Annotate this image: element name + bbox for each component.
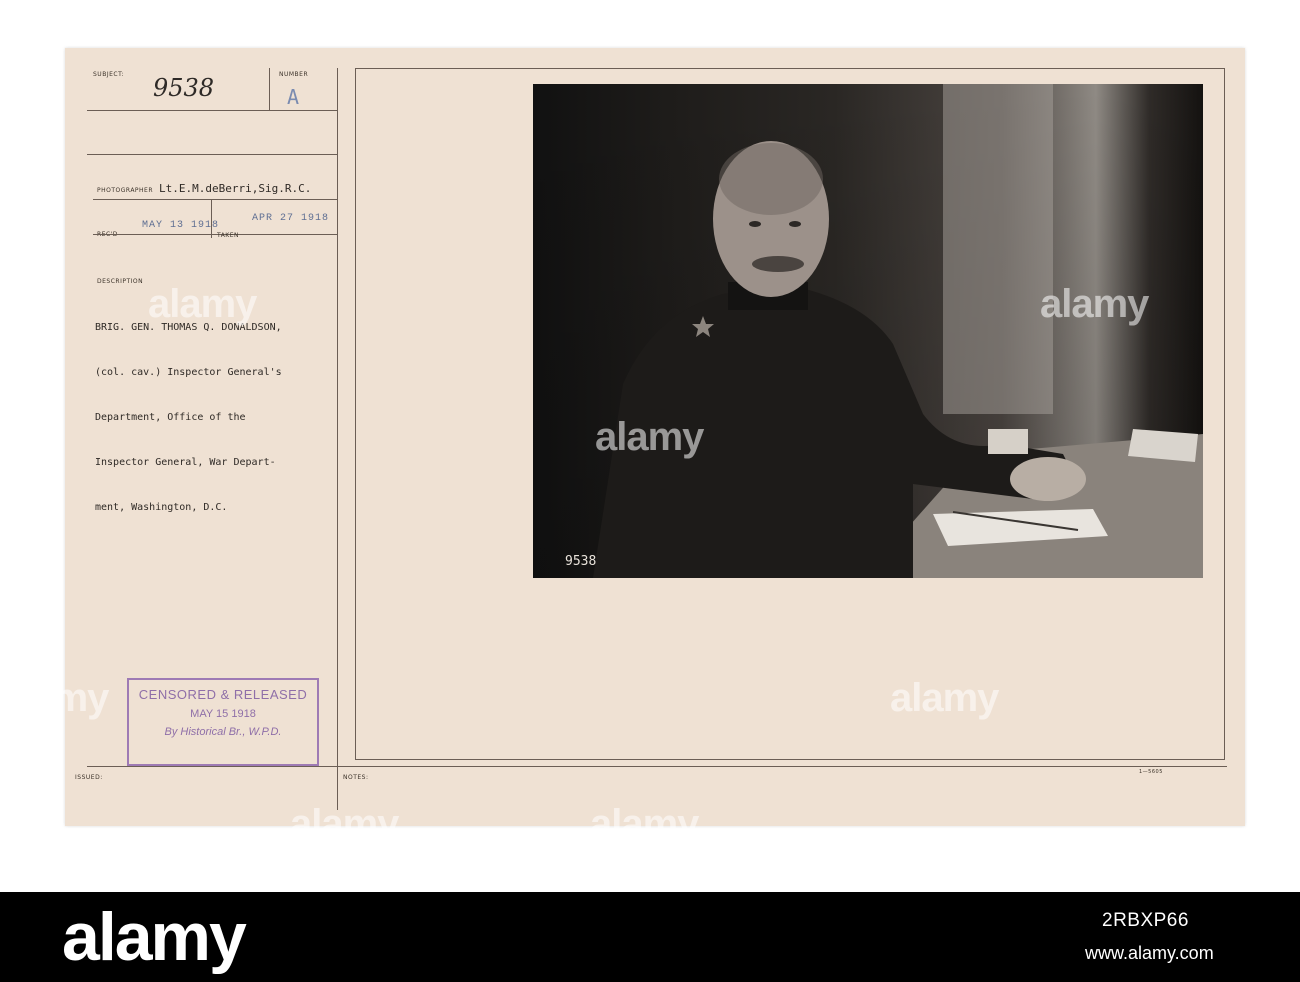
- censor-line-2: MAY 15 1918: [190, 708, 256, 720]
- watermark: alamy: [290, 802, 399, 846]
- censor-line-1: CENSORED & RELEASED: [138, 687, 308, 702]
- watermark: alamy: [0, 676, 109, 720]
- taken-date: APR 27 1918: [252, 213, 330, 224]
- rule-number-divider: [269, 68, 270, 110]
- description-line: Inspector General, War Depart-: [95, 457, 276, 468]
- watermark: alamy: [595, 415, 704, 459]
- rule-date-divider: [211, 200, 212, 238]
- subject-value: 9538: [153, 74, 215, 102]
- watermark: alamy: [890, 676, 999, 720]
- photographer-label: PHOTOGRAPHER: [97, 187, 154, 194]
- description-line: (col. cav.) Inspector General's: [95, 367, 282, 378]
- portrait-photo: 9538: [533, 84, 1203, 578]
- footer-url[interactable]: www.alamy.com: [1085, 943, 1214, 964]
- rule-left-column: [337, 68, 338, 810]
- footer-brand-logo: alamy: [62, 899, 247, 975]
- description-label: DESCRIPTION: [97, 278, 144, 285]
- watermark: alamy: [1040, 282, 1149, 326]
- photo-number: 9538: [565, 554, 597, 569]
- description-line: Department, Office of the: [95, 412, 246, 423]
- rule-photographer: [93, 199, 337, 200]
- rule-top: [87, 154, 337, 155]
- description-text: BRIG. GEN. THOMAS Q. DONALDSON, (col. ca…: [95, 290, 282, 545]
- notes-label: NOTES:: [343, 774, 369, 781]
- issued-label: ISSUED:: [75, 774, 103, 781]
- number-label: NUMBER: [279, 71, 309, 78]
- watermark: alamy: [590, 802, 699, 846]
- rule-bottom: [87, 766, 1227, 767]
- subject-label: SUBJECT:: [93, 71, 125, 78]
- rule-dates: [93, 234, 337, 235]
- form-number: 1—5605: [1139, 769, 1163, 775]
- watermark: alamy: [148, 282, 257, 326]
- photographer-value: Lt.E.M.deBerri,Sig.R.C.: [159, 182, 312, 195]
- censor-line-3: By Historical Br., W.P.D.: [164, 726, 282, 738]
- description-line: ment, Washington, D.C.: [95, 502, 228, 513]
- portrait-figure: [593, 84, 1203, 578]
- rule-subject: [87, 110, 337, 111]
- number-value: A: [287, 85, 300, 109]
- censored-stamp: CENSORED & RELEASED MAY 15 1918 By Histo…: [127, 678, 319, 766]
- taken-label: TAKEN: [217, 232, 240, 239]
- footer-image-id: 2RBXP66: [1102, 910, 1189, 931]
- recd-date: MAY 13 1918: [142, 220, 220, 231]
- footer-bar: alamy 2RBXP66 www.alamy.com: [0, 892, 1300, 982]
